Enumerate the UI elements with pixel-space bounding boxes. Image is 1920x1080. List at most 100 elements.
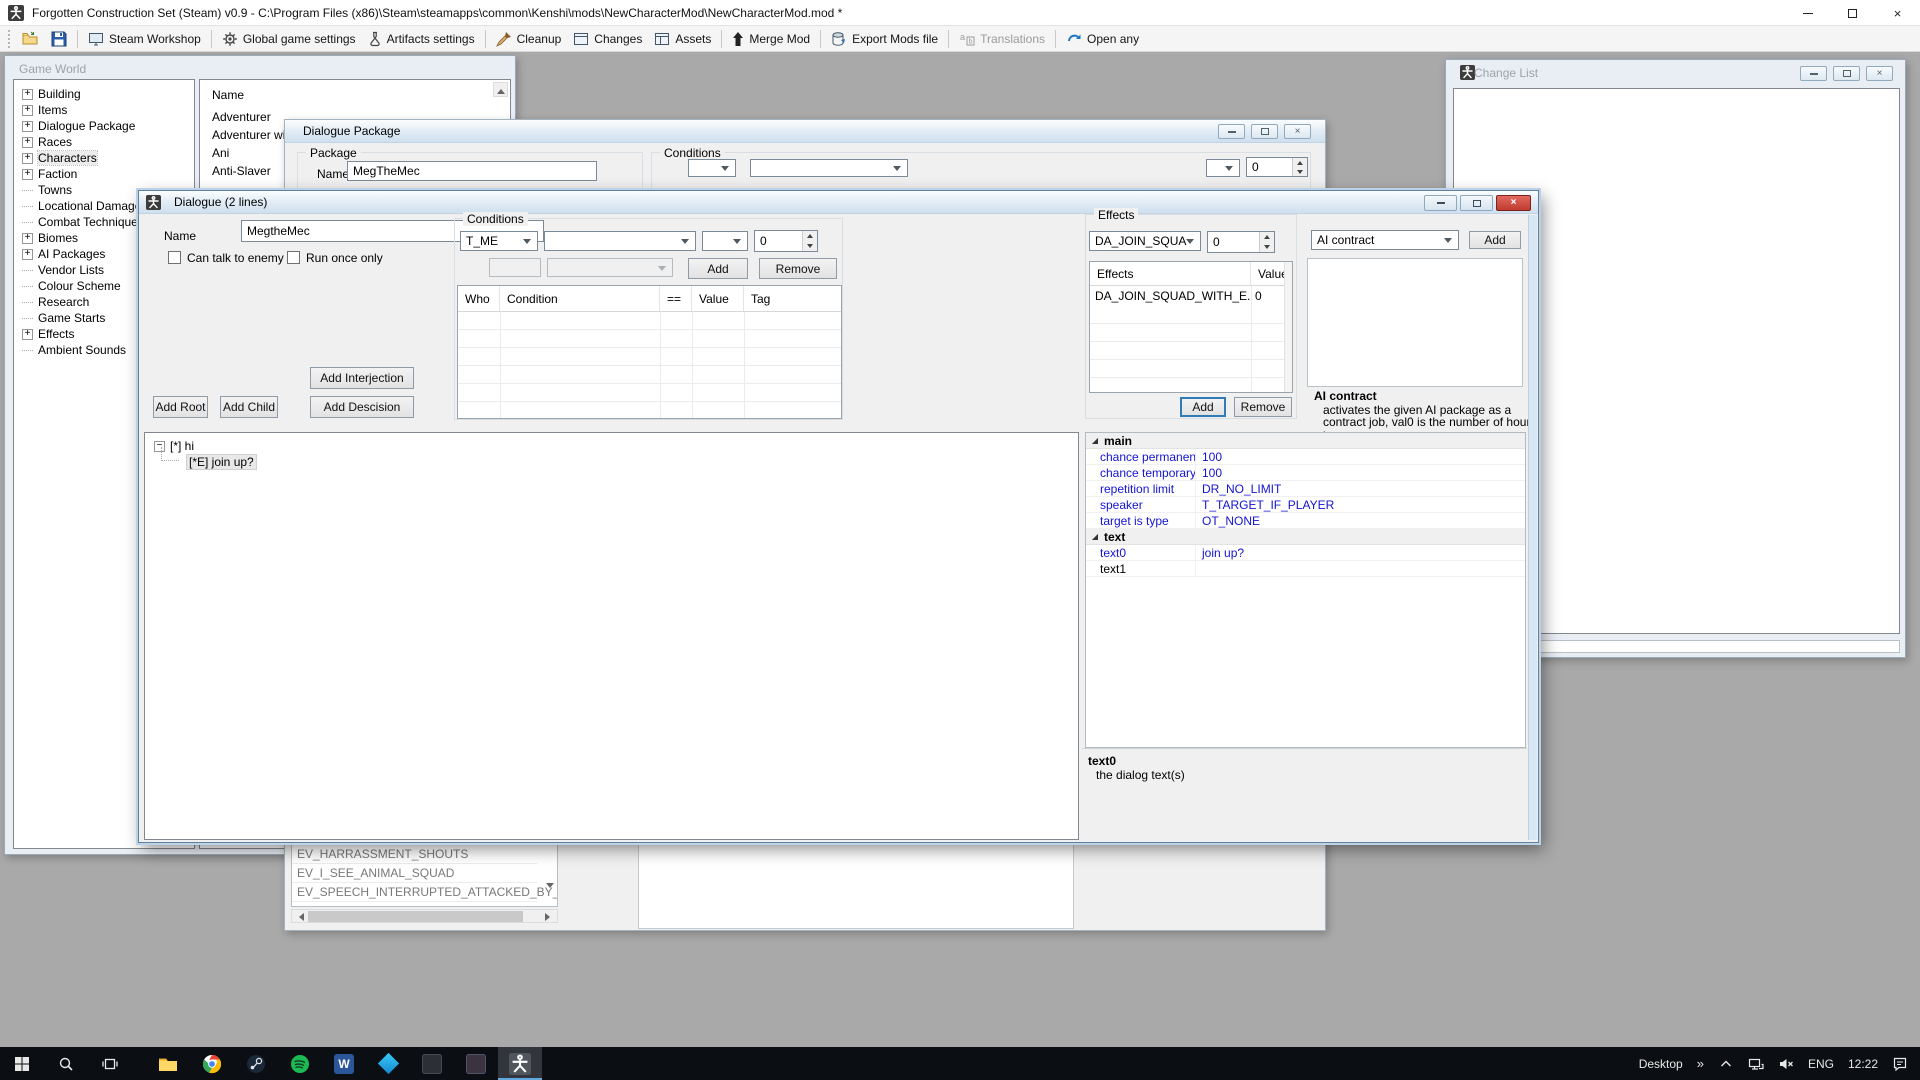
- list-header-name[interactable]: Name: [212, 88, 244, 102]
- tree-item-dialogue-package[interactable]: +Dialogue Package: [14, 118, 194, 134]
- list-item[interactable]: EV_I_SEE_ANIMAL_SQUAD: [297, 866, 454, 880]
- minimize-button[interactable]: [1785, 0, 1830, 26]
- global-game-settings-button[interactable]: Global game settings: [216, 28, 362, 50]
- list-item[interactable]: Adventurer: [212, 110, 271, 124]
- add-root-button[interactable]: Add Root: [153, 396, 208, 418]
- save-button[interactable]: [45, 28, 73, 50]
- word-icon[interactable]: W: [322, 1047, 366, 1080]
- cleanup-button[interactable]: Cleanup: [490, 28, 568, 50]
- maximize-button[interactable]: [1460, 195, 1493, 211]
- property-row[interactable]: text0join up?: [1086, 545, 1525, 561]
- minimize-button[interactable]: [1424, 195, 1457, 211]
- remove-condition-button[interactable]: Remove: [759, 258, 837, 279]
- property-row[interactable]: chance temporary100: [1086, 465, 1525, 481]
- condition-type-dropdown[interactable]: [688, 159, 736, 177]
- property-row[interactable]: chance permanent100: [1086, 449, 1525, 465]
- column-header-value[interactable]: Value: [1251, 262, 1286, 285]
- spin-up[interactable]: [1260, 232, 1274, 242]
- tree-item-characters[interactable]: +Characters: [14, 150, 194, 166]
- tree-item-building[interactable]: +Building: [14, 86, 194, 102]
- open-button[interactable]: [16, 28, 45, 50]
- expander-icon[interactable]: +: [22, 249, 33, 260]
- translations-button[interactable]: ab Translations: [953, 28, 1051, 50]
- list-item[interactable]: EV_SPEECH_INTERRUPTED_ATTACKED_BY_S: [297, 904, 558, 907]
- restore-button[interactable]: [1830, 0, 1875, 26]
- start-button[interactable]: [0, 1047, 44, 1080]
- expander-icon[interactable]: +: [22, 153, 33, 164]
- expander-icon[interactable]: +: [22, 329, 33, 340]
- add-interjection-button[interactable]: Add Interjection: [310, 367, 414, 389]
- maximize-button[interactable]: [1833, 66, 1860, 81]
- column-header-who[interactable]: Who: [458, 286, 500, 311]
- tree-item-races[interactable]: +Races: [14, 134, 194, 150]
- export-mods-file-button[interactable]: Export Mods file: [825, 28, 944, 50]
- column-header-effects[interactable]: Effects: [1090, 262, 1251, 285]
- close-button[interactable]: ×: [1284, 124, 1311, 139]
- list-item[interactable]: Anti-Slaver: [212, 164, 271, 178]
- condition-dropdown[interactable]: [750, 159, 908, 177]
- dialogue-titlebar[interactable]: Dialogue (2 lines): [139, 191, 1538, 214]
- package-name-input[interactable]: MegTheMec: [347, 161, 597, 181]
- open-any-button[interactable]: Open any: [1060, 28, 1145, 50]
- condition-value-spinner[interactable]: 0: [1246, 157, 1308, 177]
- column-header-equals[interactable]: ==: [660, 286, 692, 311]
- can-talk-to-enemy-checkbox[interactable]: [168, 251, 181, 264]
- dialogue-tree-child[interactable]: [*E] join up?: [187, 455, 256, 469]
- expander-icon[interactable]: +: [22, 89, 33, 100]
- spin-up[interactable]: [803, 231, 817, 241]
- effect-dropdown[interactable]: DA_JOIN_SQUAD_WITH: [1089, 231, 1201, 251]
- minimize-button[interactable]: [1218, 124, 1245, 139]
- add-child-button[interactable]: Add Child: [220, 396, 278, 418]
- scrollbar-thumb[interactable]: [308, 911, 523, 922]
- horizontal-scrollbar[interactable]: [291, 909, 558, 923]
- tree-item-items[interactable]: +Items: [14, 102, 194, 118]
- taskbar-app-icon[interactable]: [454, 1047, 498, 1080]
- search-button[interactable]: [44, 1047, 88, 1080]
- list-item[interactable]: EV_HARRASSMENT_SHOUTS: [297, 847, 468, 861]
- steam-icon[interactable]: [234, 1047, 278, 1080]
- property-section-main[interactable]: ◢main: [1086, 433, 1525, 449]
- taskbar-fcs-icon[interactable]: [498, 1047, 542, 1080]
- column-header-condition[interactable]: Condition: [500, 286, 660, 311]
- changes-button[interactable]: Changes: [567, 28, 648, 50]
- ai-add-button[interactable]: Add: [1469, 231, 1521, 249]
- minimize-button[interactable]: [1800, 66, 1827, 81]
- property-row[interactable]: text1: [1086, 561, 1525, 577]
- property-row[interactable]: target is typeOT_NONE: [1086, 513, 1525, 529]
- toolbar-overflow-chevron[interactable]: »: [1697, 1056, 1704, 1071]
- add-descision-button[interactable]: Add Descision: [310, 396, 414, 418]
- run-once-only-checkbox[interactable]: [287, 251, 300, 264]
- expander-icon[interactable]: +: [22, 233, 33, 244]
- expander-icon[interactable]: +: [22, 121, 33, 132]
- task-view-button[interactable]: [88, 1047, 132, 1080]
- tree-item-faction[interactable]: +Faction: [14, 166, 194, 182]
- action-center-icon[interactable]: [1892, 1056, 1908, 1072]
- volume-muted-icon[interactable]: [1778, 1056, 1794, 1072]
- property-section-text[interactable]: ◢text: [1086, 529, 1525, 545]
- spotify-icon[interactable]: [278, 1047, 322, 1080]
- maximize-button[interactable]: [1251, 124, 1278, 139]
- artifacts-settings-button[interactable]: Artifacts settings: [362, 28, 481, 50]
- expander-icon[interactable]: +: [22, 105, 33, 116]
- vertical-scrollbar[interactable]: [1284, 262, 1292, 392]
- spin-down[interactable]: [803, 241, 817, 251]
- add-effect-button[interactable]: Add: [1180, 397, 1226, 417]
- list-item[interactable]: Adventurer with: [212, 128, 295, 142]
- tray-expand-icon[interactable]: [1718, 1056, 1734, 1072]
- condition-op-dropdown[interactable]: [1206, 159, 1240, 177]
- ai-package-dropdown[interactable]: AI contract: [1311, 230, 1459, 250]
- expander-icon[interactable]: +: [22, 137, 33, 148]
- list-item[interactable]: EV_SPEECH_INTERRUPTED_ATTACKED_BY_T: [297, 885, 558, 899]
- clock[interactable]: 12:22: [1848, 1057, 1878, 1071]
- column-header-value[interactable]: Value: [692, 286, 744, 311]
- condition-dropdown[interactable]: [544, 231, 696, 251]
- expander-icon[interactable]: +: [22, 169, 33, 180]
- spin-down[interactable]: [1293, 167, 1307, 176]
- main-titlebar[interactable]: Forgotten Construction Set (Steam) v0.9 …: [0, 0, 1920, 26]
- close-button[interactable]: ×: [1866, 66, 1893, 81]
- chrome-icon[interactable]: [190, 1047, 234, 1080]
- operator-dropdown[interactable]: [702, 231, 748, 251]
- dialogue-package-titlebar[interactable]: Dialogue Package: [285, 120, 1325, 143]
- app-icon-diamond[interactable]: [366, 1047, 410, 1080]
- property-row[interactable]: repetition limitDR_NO_LIMIT: [1086, 481, 1525, 497]
